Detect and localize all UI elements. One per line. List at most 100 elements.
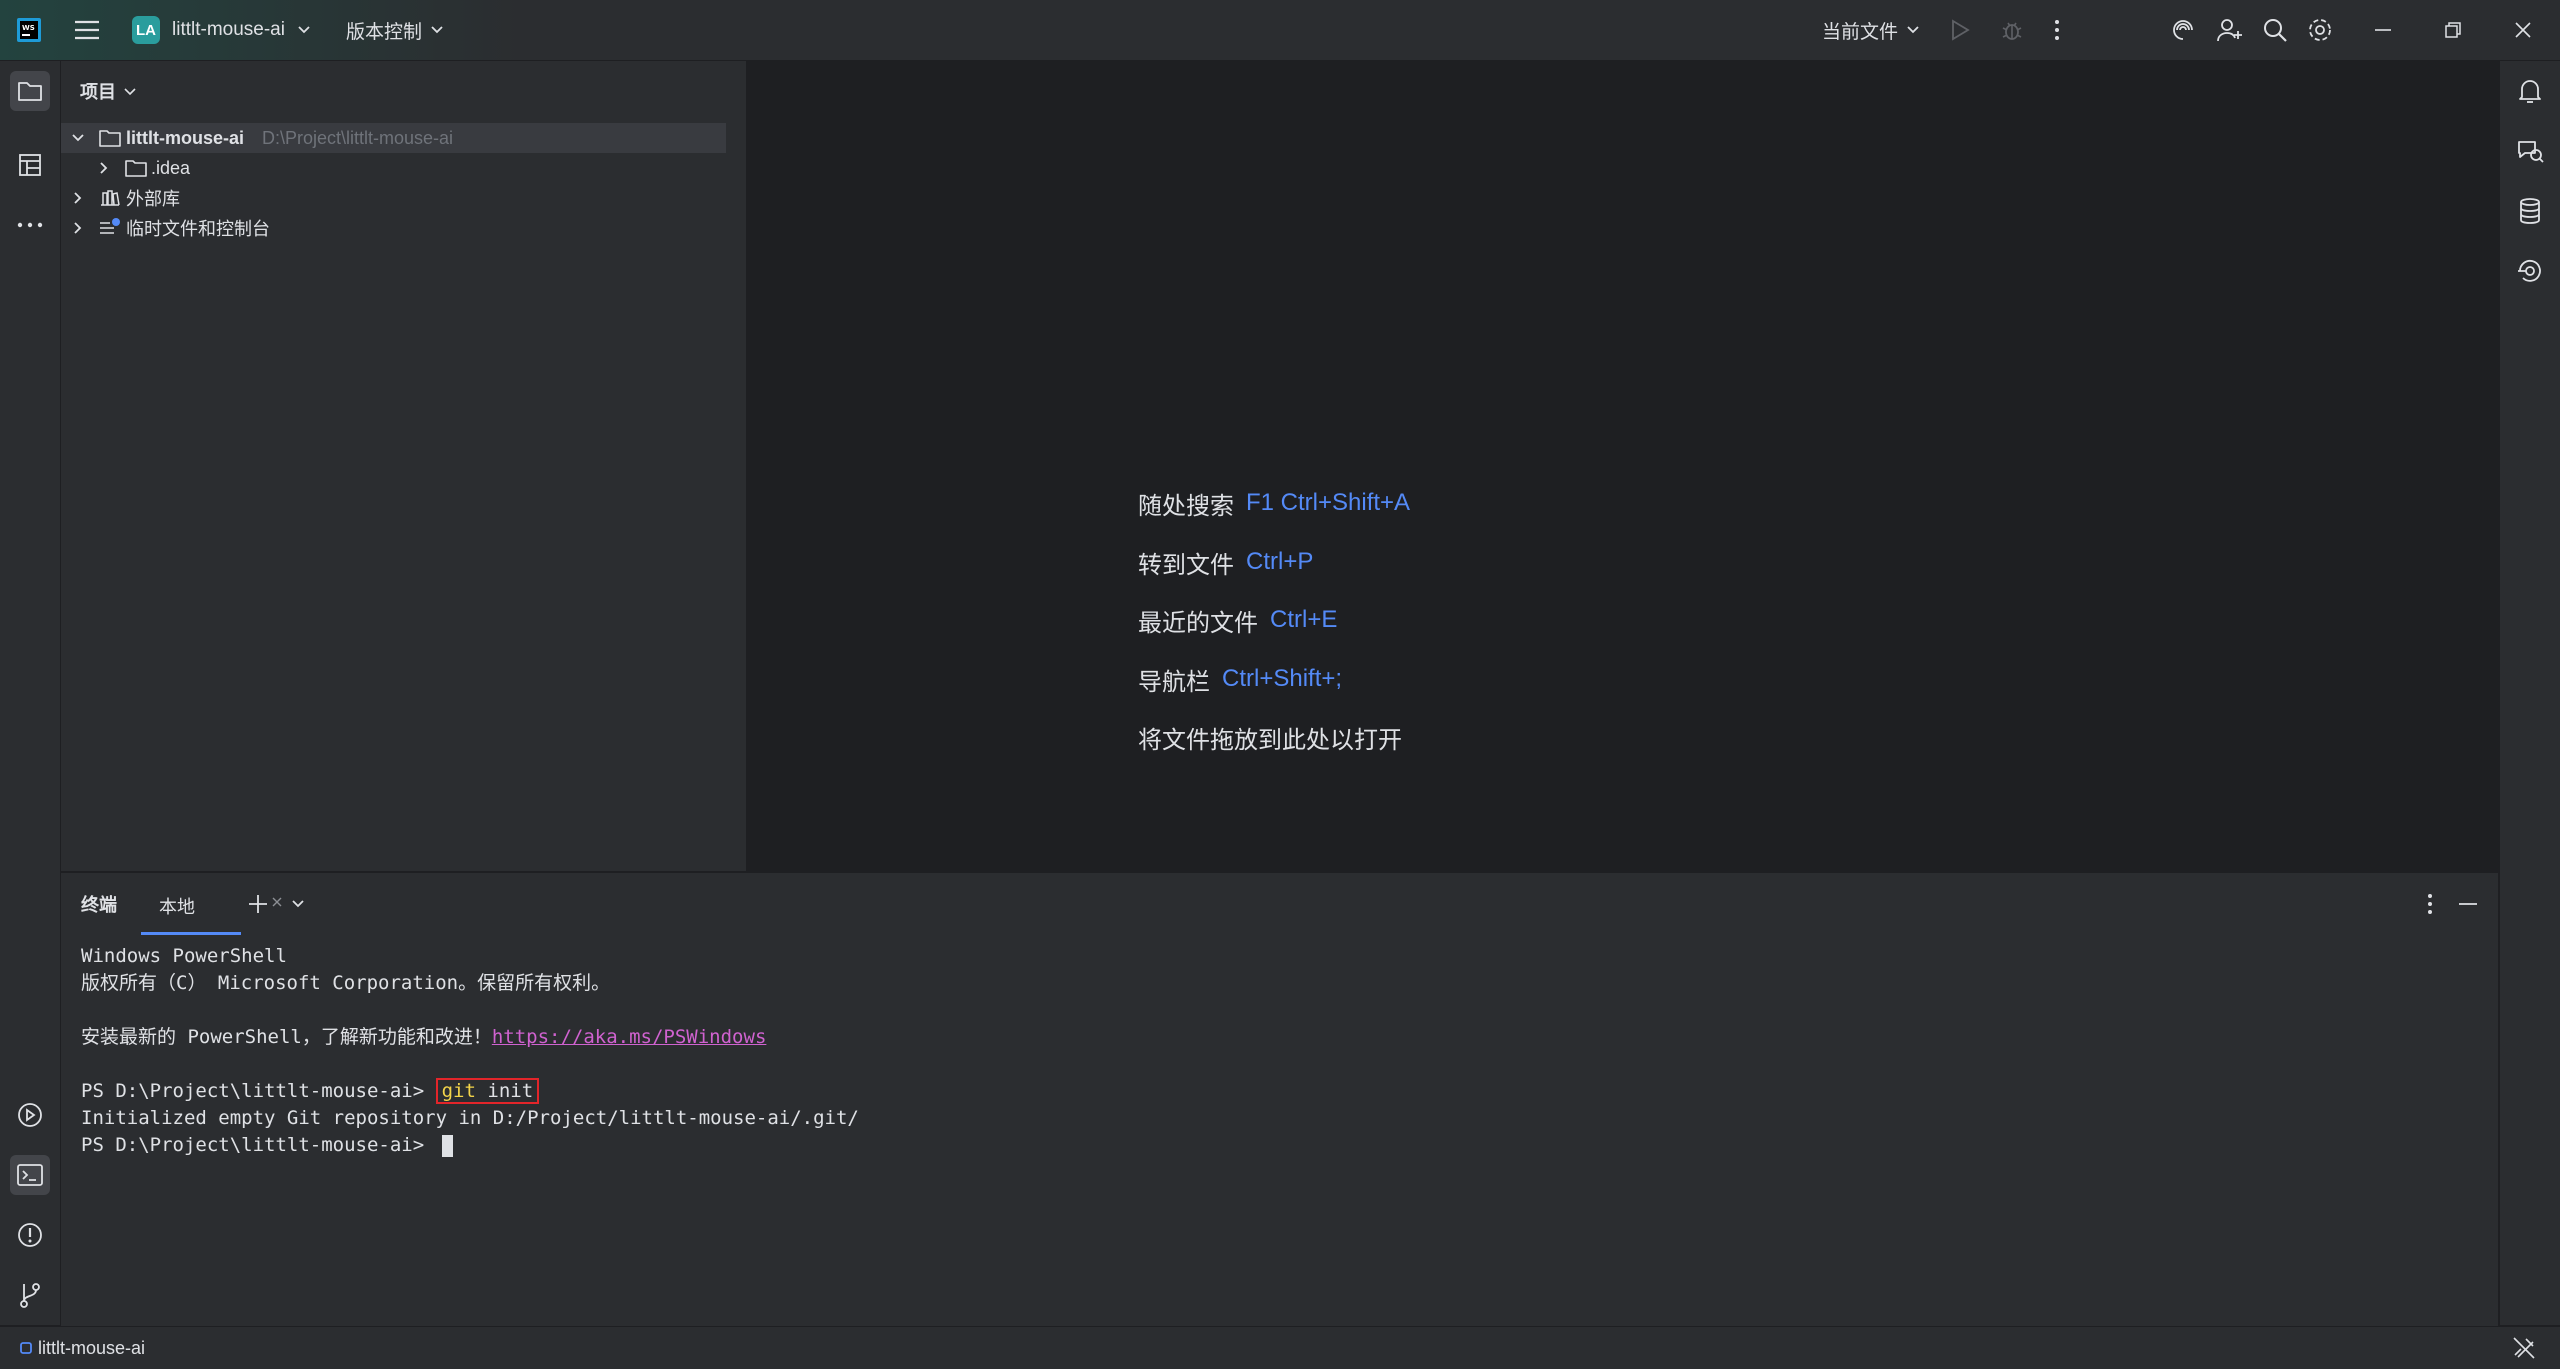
close-tab-icon[interactable] (271, 896, 283, 908)
debug-icon[interactable] (2000, 0, 2024, 60)
terminal-prompt: PS D:\Project\littlt-mouse-ai> (81, 1080, 436, 1102)
settings-icon[interactable] (2306, 0, 2334, 60)
library-icon (99, 189, 121, 207)
chevron-down-icon (1906, 25, 1920, 35)
add-user-icon[interactable] (2216, 0, 2244, 60)
tree-item-label: 临时文件和控制台 (126, 219, 270, 239)
chevron-right-icon[interactable] (99, 161, 109, 175)
project-switcher[interactable]: LA littlt-mouse-ai (132, 0, 311, 60)
project-folder-icon[interactable] (10, 71, 50, 111)
title-bar: WS LA littlt-mouse-ai 版本控制 当前文件 (0, 0, 2560, 61)
hint-label: 随处搜索 (1138, 492, 1234, 520)
endpoints-icon[interactable] (2510, 251, 2550, 291)
terminal-icon[interactable] (10, 1155, 50, 1195)
app-logo-icon[interactable]: WS (14, 0, 44, 60)
left-tool-strip (0, 61, 61, 1325)
terminal-output[interactable]: Windows PowerShell 版权所有（C） Microsoft Cor… (81, 943, 859, 1159)
command-args: init (475, 1080, 534, 1102)
chevron-right-icon[interactable] (73, 221, 83, 235)
terminal-link[interactable]: https://aka.ms/PSWindows (492, 1026, 767, 1048)
folder-icon (99, 129, 121, 147)
terminal-line: 安装最新的 PowerShell，了解新功能和改进！https://aka.ms… (81, 1024, 859, 1051)
project-panel: 项目 littlt-mouse-ai D:\Project\littlt-mou… (61, 61, 747, 871)
run-config-label: 当前文件 (1822, 21, 1899, 43)
terminal-line: PS D:\Project\littlt-mouse-ai> git init (81, 1078, 859, 1105)
tab-local[interactable]: 本地 (141, 873, 282, 935)
chevron-down-icon (297, 25, 311, 35)
services-icon[interactable] (10, 1095, 50, 1135)
more-vertical-icon[interactable] (2427, 893, 2433, 915)
hint-label: 最近的文件 (1138, 609, 1258, 637)
hint-label: 导航栏 (1138, 668, 1210, 696)
tree-item-project-root[interactable]: littlt-mouse-ai D:\Project\littlt-mouse-… (61, 123, 726, 153)
module-icon (20, 1342, 32, 1354)
problems-icon[interactable] (10, 1215, 50, 1255)
ai-chat-icon[interactable] (2510, 131, 2550, 171)
terminal-panel: 终端 本地 Windows PowerShell 版权所有（C） Microso… (61, 872, 2498, 1326)
hint-goto-file: 转到文件 Ctrl+P (1138, 542, 1313, 582)
minimize-panel-icon[interactable] (2458, 902, 2478, 906)
chevron-right-icon[interactable] (73, 191, 83, 205)
close-icon[interactable] (2514, 0, 2532, 60)
tree-item-external-libraries[interactable]: 外部库 (61, 183, 726, 213)
hamburger-menu-icon[interactable] (74, 0, 100, 60)
database-icon[interactable] (2510, 191, 2550, 231)
vcs-menu[interactable]: 版本控制 (346, 0, 444, 60)
run-config-selector[interactable]: 当前文件 (1822, 0, 1920, 60)
folder-icon (125, 159, 147, 177)
structure-icon[interactable] (10, 145, 50, 185)
hint-search-everywhere: 随处搜索 F1 Ctrl+Shift+A (1138, 483, 1410, 523)
tree-item-label: .idea (151, 157, 191, 178)
chevron-down-icon[interactable] (71, 133, 85, 143)
status-bar: littlt-mouse-ai (0, 1326, 2560, 1369)
terminal-title: 终端 (81, 895, 117, 915)
svg-text:WS: WS (22, 24, 35, 32)
tab-label: 本地 (159, 897, 195, 917)
scratch-icon (99, 218, 121, 238)
active-tab-indicator (141, 932, 241, 935)
chevron-down-icon[interactable] (291, 899, 305, 909)
command-name: git (441, 1080, 476, 1102)
terminal-prompt: PS D:\Project\littlt-mouse-ai> (81, 1134, 436, 1156)
highlighted-command: git init (435, 1078, 540, 1104)
tree-item-scratches[interactable]: 临时文件和控制台 (61, 213, 726, 243)
hint-label: 将文件拖放到此处以打开 (1138, 726, 1402, 754)
git-branch-icon[interactable] (10, 1275, 50, 1315)
hint-shortcut: F1 Ctrl+Shift+A (1246, 489, 1411, 516)
terminal-line: Windows PowerShell (81, 945, 287, 967)
new-tab-icon[interactable] (248, 894, 268, 914)
project-panel-title: 项目 (80, 82, 116, 102)
terminal-line: Initialized empty Git repository in D:/P… (81, 1107, 859, 1129)
chevron-down-icon (430, 25, 444, 35)
search-icon[interactable] (2262, 0, 2288, 60)
project-panel-header: 项目 (61, 61, 746, 121)
run-icon[interactable] (1950, 0, 1970, 60)
project-badge: LA (132, 16, 160, 44)
tree-item-label: littlt-mouse-ai (126, 127, 245, 148)
status-project-name[interactable]: littlt-mouse-ai (38, 1338, 145, 1359)
notifications-icon[interactable] (2510, 71, 2550, 111)
tree-item-path: D:\Project\littlt-mouse-ai (262, 127, 454, 148)
editor-empty-state: 随处搜索 F1 Ctrl+Shift+A 转到文件 Ctrl+P 最近的文件 C… (747, 61, 2498, 871)
power-save-icon[interactable] (2512, 1336, 2536, 1360)
terminal-tab-bar: 终端 本地 (61, 873, 2498, 935)
hint-label: 转到文件 (1138, 551, 1234, 579)
right-tool-strip (2499, 61, 2560, 1325)
terminal-line: PS D:\Project\littlt-mouse-ai> (81, 1132, 859, 1159)
hint-drop-files: 将文件拖放到此处以打开 (1138, 717, 1402, 757)
terminal-cursor (441, 1134, 453, 1157)
ai-assistant-icon[interactable] (2170, 0, 2196, 60)
hint-shortcut: Ctrl+E (1270, 606, 1338, 633)
restore-icon[interactable] (2444, 0, 2462, 60)
hint-shortcut: Ctrl+Shift+; (1222, 665, 1343, 692)
terminal-text: 安装最新的 PowerShell，了解新功能和改进！ (81, 1026, 492, 1048)
project-view-selector[interactable]: 项目 (80, 78, 136, 104)
more-horizontal-icon[interactable] (10, 205, 50, 245)
tree-item-idea[interactable]: .idea (61, 153, 726, 183)
more-vertical-icon[interactable] (2054, 0, 2060, 60)
minimize-icon[interactable] (2374, 0, 2392, 60)
hint-recent-files: 最近的文件 Ctrl+E (1138, 600, 1337, 640)
chevron-down-icon (124, 87, 136, 96)
